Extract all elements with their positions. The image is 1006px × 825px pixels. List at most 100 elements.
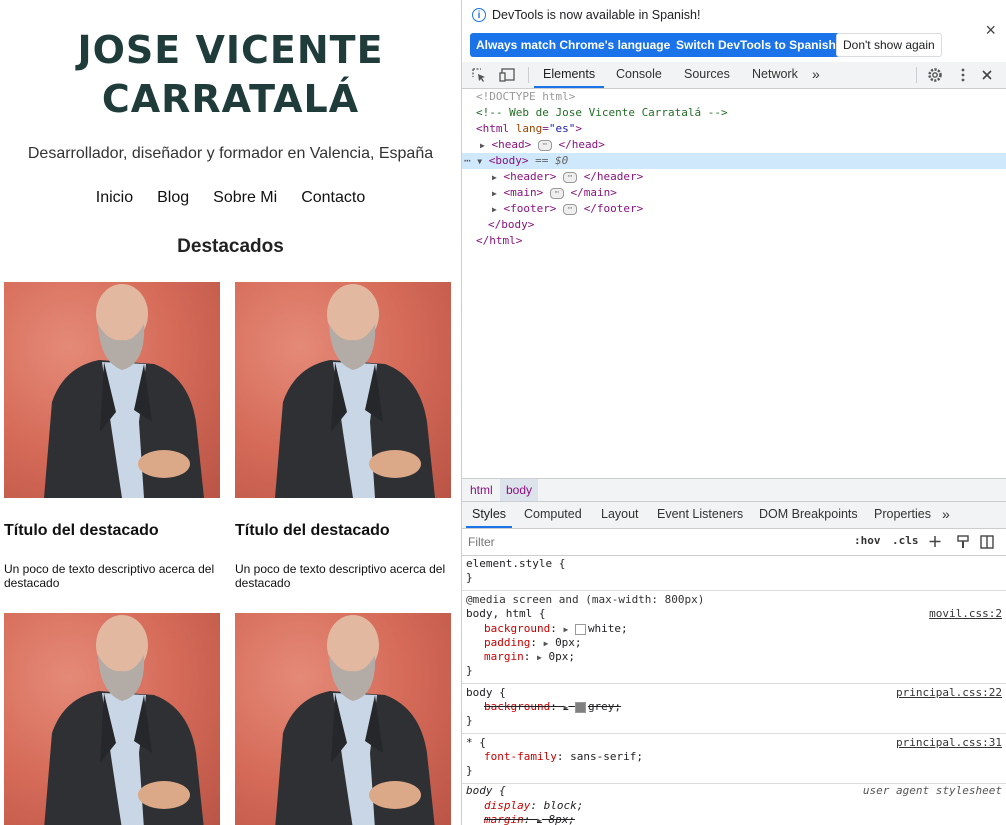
- head-open-tag: <head>: [491, 138, 532, 151]
- main-close-tag: </main>: [570, 186, 617, 199]
- tab-layout[interactable]: Layout: [601, 502, 639, 528]
- style-rule-body-principal[interactable]: body { principal.css:22 background: ▶ gr…: [462, 684, 1006, 734]
- rule-close: }: [466, 571, 473, 584]
- ellipsis-icon[interactable]: ⋯: [549, 187, 564, 199]
- tab-computed[interactable]: Computed: [524, 502, 582, 528]
- featured-section-title: Destacados: [177, 236, 284, 257]
- color-swatch[interactable]: [574, 701, 586, 713]
- rule-close: }: [466, 664, 473, 677]
- css-declaration[interactable]: display: block;: [484, 799, 583, 813]
- paint-brush-icon[interactable]: [954, 533, 972, 551]
- web-page-viewport: JOSE VICENTE CARRATALÁ Desarrollador, di…: [0, 0, 461, 825]
- always-match-language-button[interactable]: Always match Chrome's language: [470, 33, 677, 57]
- tab-styles[interactable]: Styles: [466, 502, 513, 528]
- user-agent-label: user agent stylesheet: [862, 784, 1002, 797]
- css-property: padding: [484, 636, 531, 649]
- featured-card[interactable]: Título del destacado Un poco de texto de…: [235, 282, 451, 590]
- dom-node-header[interactable]: ▶ <header> ⋯ </header>: [462, 169, 1006, 185]
- nav-link-contacto[interactable]: Contacto: [301, 189, 365, 207]
- css-declaration[interactable]: margin: ▶ 0px;: [484, 650, 575, 664]
- tab-elements[interactable]: Elements: [534, 62, 605, 88]
- breadcrumb-html[interactable]: html: [464, 479, 499, 501]
- css-declaration[interactable]: padding: ▶ 0px;: [484, 636, 582, 650]
- dom-node-comment[interactable]: <!-- Web de Jose Vicente Carratalá -->: [462, 105, 1006, 121]
- class-toggle[interactable]: .cls: [892, 534, 919, 547]
- tab-properties[interactable]: Properties: [874, 502, 931, 528]
- style-rule-element[interactable]: element.style { }: [462, 556, 1006, 591]
- dom-node-main[interactable]: ▶ <main> ⋯ </main>: [462, 185, 1006, 201]
- expand-triangle-icon[interactable]: ▶: [492, 189, 497, 198]
- dom-node-body-close[interactable]: </body>: [462, 217, 1006, 233]
- rule-selector: body, html {: [466, 607, 546, 620]
- css-value: sans-serif;: [570, 750, 643, 763]
- style-rule-universal[interactable]: * { principal.css:31 font-family: sans-s…: [462, 734, 1006, 784]
- style-rule-media-body-html[interactable]: @media screen and (max-width: 800px) bod…: [462, 591, 1006, 684]
- header-open-tag: <header>: [503, 170, 557, 183]
- style-rule-user-agent[interactable]: body { user agent stylesheet display: bl…: [462, 784, 1006, 825]
- expand-triangle-icon[interactable]: ▶: [492, 173, 497, 182]
- featured-card[interactable]: Título del destacado Un poco de texto de…: [4, 282, 220, 590]
- ellipsis-icon[interactable]: ⋯: [563, 171, 578, 183]
- dom-node-html[interactable]: <html lang="es">: [462, 121, 1006, 137]
- ellipsis-icon[interactable]: ⋯: [537, 139, 552, 151]
- featured-card[interactable]: [4, 613, 220, 825]
- featured-card-title: Título del destacado: [235, 522, 390, 539]
- css-property: margin: [484, 813, 524, 825]
- expand-triangle-icon[interactable]: ▶: [492, 205, 497, 214]
- body-open-tag: <body>: [488, 154, 529, 167]
- dont-show-again-button[interactable]: Don't show again: [836, 33, 942, 57]
- css-value: 0px;: [548, 650, 575, 663]
- new-style-rule-icon[interactable]: [926, 533, 944, 551]
- tab-network[interactable]: Network: [752, 62, 798, 88]
- tab-event-listeners[interactable]: Event Listeners: [657, 502, 743, 528]
- expand-triangle-icon[interactable]: ▶: [480, 141, 485, 150]
- dom-node-head[interactable]: ▶ <head> ⋯ </head>: [462, 137, 1006, 153]
- nav-link-inicio[interactable]: Inicio: [96, 189, 133, 207]
- dom-node-body-selected[interactable]: ⋯ ▼ <body> == $0: [462, 153, 1006, 169]
- device-toolbar-icon[interactable]: [498, 66, 516, 84]
- toggle-sidebar-icon[interactable]: [978, 533, 996, 551]
- rule-source-link[interactable]: principal.css:31: [896, 736, 1002, 750]
- styles-filter-input[interactable]: [466, 532, 848, 552]
- infobar-message: DevTools is now available in Spanish!: [492, 8, 701, 22]
- featured-card[interactable]: [235, 613, 451, 825]
- breadcrumb-body[interactable]: body: [500, 479, 539, 501]
- css-declaration-overridden[interactable]: margin: ▶ 8px;: [484, 813, 575, 825]
- css-declaration[interactable]: background: ▶ white;: [484, 622, 628, 636]
- featured-card-text: Un poco de texto descriptivo acerca del …: [4, 562, 215, 590]
- css-declaration[interactable]: font-family: sans-serif;: [484, 750, 643, 764]
- footer-close-tag: </footer>: [583, 202, 644, 215]
- gear-icon[interactable]: [926, 66, 944, 84]
- html-close-tag: </html>: [476, 234, 523, 247]
- inspect-element-icon[interactable]: [470, 66, 488, 84]
- close-icon[interactable]: ×: [985, 20, 996, 41]
- dom-node-doctype[interactable]: <!DOCTYPE html>: [462, 89, 1006, 105]
- color-swatch[interactable]: [574, 623, 586, 635]
- hover-state-toggle[interactable]: :hov: [854, 534, 881, 547]
- collapse-triangle-icon[interactable]: ▼: [477, 157, 482, 166]
- site-tagline: Desarrollador, diseñador y formador en V…: [27, 145, 434, 162]
- rule-source-link[interactable]: movil.css:2: [929, 607, 1002, 621]
- more-options-icon[interactable]: [954, 66, 972, 84]
- rule-source-link[interactable]: principal.css:22: [896, 686, 1002, 700]
- css-declaration-overridden[interactable]: background: ▶ grey;: [484, 700, 621, 714]
- dom-node-footer[interactable]: ▶ <footer> ⋯ </footer>: [462, 201, 1006, 217]
- close-devtools-icon[interactable]: [978, 66, 996, 84]
- portrait-photo: [235, 613, 451, 825]
- tab-sources[interactable]: Sources: [684, 62, 730, 88]
- tab-console[interactable]: Console: [616, 62, 662, 88]
- nav-link-sobre-mi[interactable]: Sobre Mi: [213, 189, 277, 207]
- more-subtabs-chevron-icon[interactable]: »: [942, 502, 950, 528]
- node-actions-icon[interactable]: ⋯: [464, 154, 471, 167]
- html-lang-value: "es": [548, 122, 576, 135]
- tab-dom-breakpoints[interactable]: DOM Breakpoints: [759, 502, 858, 528]
- switch-to-spanish-button[interactable]: Switch DevTools to Spanish: [670, 33, 842, 57]
- ellipsis-icon[interactable]: ⋯: [563, 203, 578, 215]
- css-property: background: [484, 700, 551, 713]
- nav-link-blog[interactable]: Blog: [157, 189, 189, 207]
- dom-node-html-close[interactable]: </html>: [462, 233, 1006, 249]
- styles-pane: element.style { } @media screen and (max…: [462, 556, 1006, 825]
- rule-close: }: [466, 764, 473, 777]
- css-value: grey;: [587, 700, 622, 713]
- more-tabs-chevron-icon[interactable]: »: [812, 62, 820, 88]
